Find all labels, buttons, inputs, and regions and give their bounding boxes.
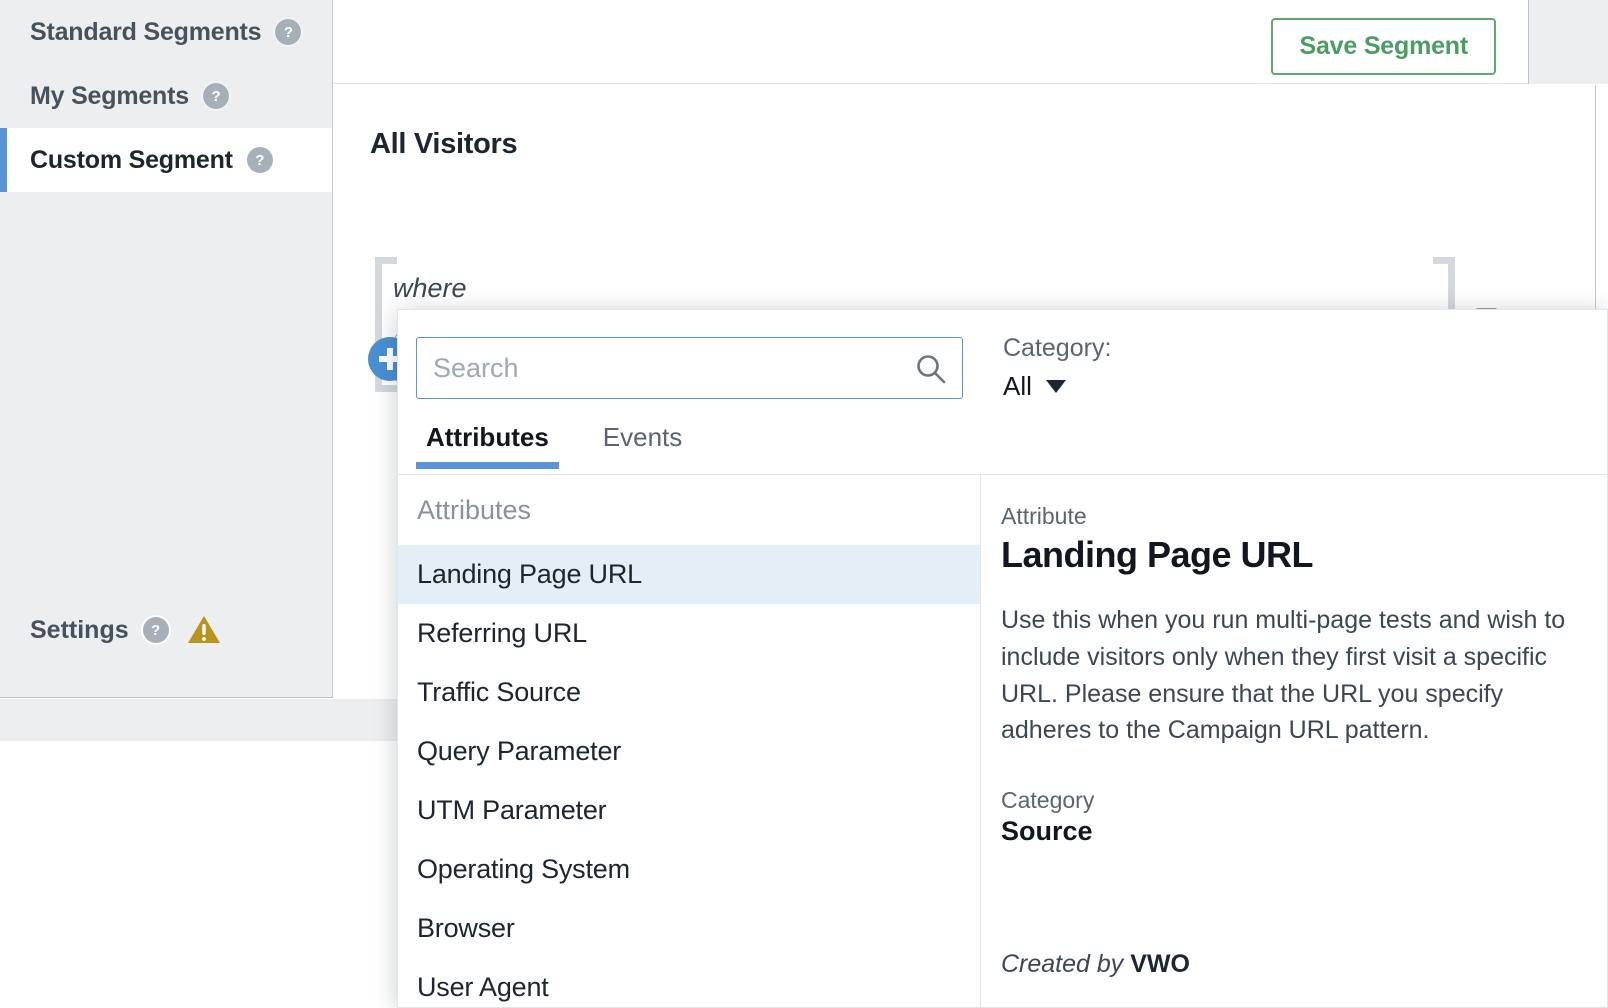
list-item[interactable]: User Agent bbox=[398, 958, 980, 1007]
popover-body: Attributes Landing Page URL Referring UR… bbox=[398, 475, 1607, 1007]
category-filter-dropdown[interactable]: All bbox=[1003, 371, 1111, 402]
list-item[interactable]: UTM Parameter bbox=[398, 781, 980, 840]
help-icon[interactable]: ? bbox=[142, 617, 169, 643]
segment-header: Save Segment bbox=[333, 0, 1608, 84]
selected-accent-bar bbox=[0, 128, 7, 192]
detail-category-value: Source bbox=[1001, 816, 1093, 846]
tab-attributes[interactable]: Attributes bbox=[416, 416, 559, 469]
popover-top-bar: Category: All Attributes Events bbox=[398, 310, 1607, 475]
sidebar-item-standard-segments[interactable]: Standard Segments ? bbox=[0, 0, 332, 64]
tab-events[interactable]: Events bbox=[593, 416, 693, 469]
category-filter-value: All bbox=[1003, 371, 1032, 401]
segments-sidebar: Standard Segments ? My Segments ? Custom… bbox=[0, 0, 333, 698]
detail-kicker: Attribute bbox=[1001, 503, 1087, 529]
attribute-detail-panel: Attribute Landing Page URL Use this when… bbox=[981, 475, 1607, 1007]
list-item[interactable]: Landing Page URL bbox=[398, 545, 980, 604]
search-field-wrapper bbox=[416, 337, 963, 399]
sidebar-item-my-segments[interactable]: My Segments ? bbox=[0, 64, 332, 128]
search-input[interactable] bbox=[416, 337, 963, 399]
attributes-list: Attributes Landing Page URL Referring UR… bbox=[398, 475, 981, 1007]
help-icon[interactable]: ? bbox=[202, 83, 229, 109]
save-segment-button[interactable]: Save Segment bbox=[1271, 18, 1496, 75]
detail-description: Use this when you run multi-page tests a… bbox=[1001, 606, 1566, 745]
where-label: where bbox=[393, 273, 467, 303]
sidebar-item-label: My Segments bbox=[30, 81, 189, 110]
sidebar-item-label: Standard Segments bbox=[30, 17, 262, 46]
list-item[interactable]: Traffic Source bbox=[398, 663, 980, 722]
list-item[interactable]: Operating System bbox=[398, 840, 980, 899]
page-background-band bbox=[0, 699, 399, 741]
sidebar-item-custom-segment[interactable]: Custom Segment ? bbox=[0, 128, 332, 192]
page-title: All Visitors bbox=[370, 128, 518, 160]
sidebar-item-settings[interactable]: Settings ? bbox=[0, 598, 332, 662]
attribute-picker-popover: Category: All Attributes Events Attribut… bbox=[397, 309, 1608, 1008]
sidebar-item-label: Custom Segment bbox=[30, 145, 233, 174]
list-item[interactable]: Query Parameter bbox=[398, 722, 980, 781]
help-icon[interactable]: ? bbox=[246, 147, 273, 173]
detail-title: Landing Page URL bbox=[1001, 534, 1314, 575]
attributes-list-header: Attributes bbox=[417, 494, 532, 525]
popover-tabs: Attributes Events bbox=[416, 416, 692, 469]
category-filter-label: Category: bbox=[1003, 334, 1112, 362]
help-icon[interactable]: ? bbox=[275, 19, 302, 45]
category-filter: Category: All bbox=[1003, 334, 1111, 402]
warning-triangle-icon[interactable] bbox=[187, 615, 221, 645]
chevron-down-icon bbox=[1045, 380, 1066, 393]
detail-category-label: Category bbox=[1001, 787, 1095, 813]
header-right-rail bbox=[1528, 0, 1608, 84]
created-by: Created by VWO bbox=[1001, 950, 1190, 979]
list-item[interactable]: Referring URL bbox=[398, 604, 980, 663]
created-by-name: VWO bbox=[1130, 950, 1190, 978]
list-item[interactable]: Browser bbox=[398, 899, 980, 958]
created-by-prefix: Created by bbox=[1001, 950, 1131, 978]
settings-label: Settings bbox=[30, 615, 129, 644]
